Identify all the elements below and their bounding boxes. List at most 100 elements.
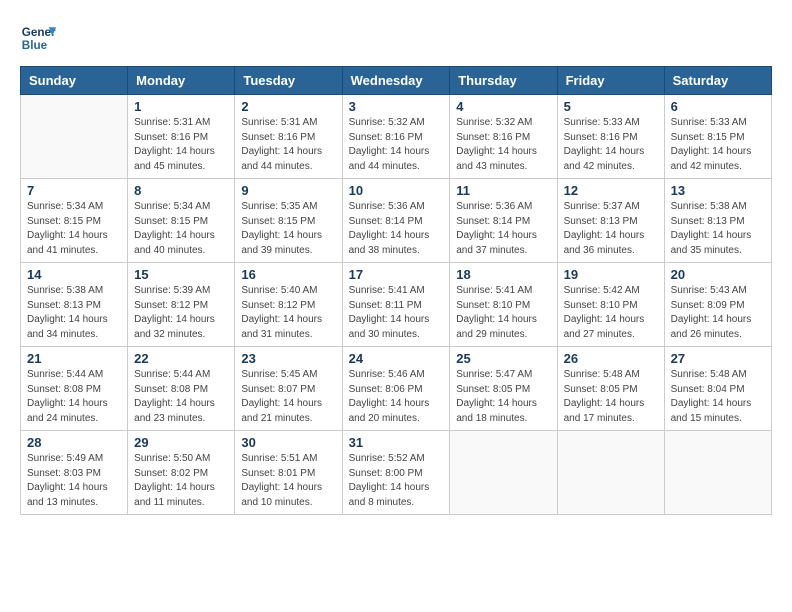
day-number: 23 xyxy=(241,351,335,366)
calendar-week-row-1: 1 Sunrise: 5:31 AMSunset: 8:16 PMDaylight… xyxy=(21,95,772,179)
day-info: Sunrise: 5:44 AMSunset: 8:08 PMDaylight:… xyxy=(27,368,121,426)
calendar-cell: 9 Sunrise: 5:35 AMSunset: 8:15 PMDaylight… xyxy=(235,179,342,263)
calendar-week-row-3: 14 Sunrise: 5:38 AMSunset: 8:13 PMDayligh… xyxy=(21,263,772,347)
day-info: Sunrise: 5:34 AMSunset: 8:15 PMDaylight:… xyxy=(27,200,121,258)
calendar-cell: 27Sunrise: 5:48 AMSunset: 8:04 PMDayligh… xyxy=(664,347,771,431)
calendar-cell xyxy=(450,431,557,515)
day-number: 9 xyxy=(241,183,335,198)
day-number: 2 xyxy=(241,99,335,114)
day-number: 7 xyxy=(27,183,121,198)
day-info: Sunrise: 5:33 AMSunset: 8:15 PMDaylight:… xyxy=(671,116,765,174)
calendar-week-row-2: 7 Sunrise: 5:34 AMSunset: 8:15 PMDaylight… xyxy=(21,179,772,263)
weekday-header-row: SundayMondayTuesdayWednesdayThursdayFrid… xyxy=(21,67,772,95)
weekday-header-monday: Monday xyxy=(128,67,235,95)
calendar-cell: 2 Sunrise: 5:31 AMSunset: 8:16 PMDaylight… xyxy=(235,95,342,179)
day-number: 26 xyxy=(564,351,658,366)
day-number: 28 xyxy=(27,435,121,450)
weekday-header-wednesday: Wednesday xyxy=(342,67,450,95)
calendar-cell: 8Sunrise: 5:34 AMSunset: 8:15 PMDaylight… xyxy=(128,179,235,263)
weekday-header-sunday: Sunday xyxy=(21,67,128,95)
day-info: Sunrise: 5:32 AMSunset: 8:16 PMDaylight:… xyxy=(349,116,444,174)
calendar-cell: 25 Sunrise: 5:47 AMSunset: 8:05 PMDayligh… xyxy=(450,347,557,431)
day-info: Sunrise: 5:44 AMSunset: 8:08 PMDaylight:… xyxy=(134,368,228,426)
day-info: Sunrise: 5:51 AMSunset: 8:01 PMDaylight:… xyxy=(241,452,335,510)
calendar-cell: 28 Sunrise: 5:49 AMSunset: 8:03 PMDayligh… xyxy=(21,431,128,515)
day-number: 12 xyxy=(564,183,658,198)
calendar-cell: 5 Sunrise: 5:33 AMSunset: 8:16 PMDaylight… xyxy=(557,95,664,179)
day-info: Sunrise: 5:38 AMSunset: 8:13 PMDaylight:… xyxy=(671,200,765,258)
day-info: Sunrise: 5:38 AMSunset: 8:13 PMDaylight:… xyxy=(27,284,121,342)
day-info: Sunrise: 5:50 AMSunset: 8:02 PMDaylight:… xyxy=(134,452,228,510)
calendar-cell: 18 Sunrise: 5:41 AMSunset: 8:10 PMDayligh… xyxy=(450,263,557,347)
calendar-cell: 1Sunrise: 5:31 AMSunset: 8:16 PMDaylight… xyxy=(128,95,235,179)
calendar-cell: 19 Sunrise: 5:42 AMSunset: 8:10 PMDayligh… xyxy=(557,263,664,347)
day-number: 30 xyxy=(241,435,335,450)
day-number: 31 xyxy=(349,435,444,450)
day-info: Sunrise: 5:36 AMSunset: 8:14 PMDaylight:… xyxy=(456,200,550,258)
day-info: Sunrise: 5:45 AMSunset: 8:07 PMDaylight:… xyxy=(241,368,335,426)
day-info: Sunrise: 5:49 AMSunset: 8:03 PMDaylight:… xyxy=(27,452,121,510)
day-info: Sunrise: 5:41 AMSunset: 8:11 PMDaylight:… xyxy=(349,284,444,342)
day-info: Sunrise: 5:43 AMSunset: 8:09 PMDaylight:… xyxy=(671,284,765,342)
day-number: 19 xyxy=(564,267,658,282)
day-info: Sunrise: 5:39 AMSunset: 8:12 PMDaylight:… xyxy=(134,284,228,342)
calendar-cell: 6 Sunrise: 5:33 AMSunset: 8:15 PMDaylight… xyxy=(664,95,771,179)
calendar-cell: 30 Sunrise: 5:51 AMSunset: 8:01 PMDayligh… xyxy=(235,431,342,515)
calendar-cell: 13 Sunrise: 5:38 AMSunset: 8:13 PMDayligh… xyxy=(664,179,771,263)
calendar-cell: 14 Sunrise: 5:38 AMSunset: 8:13 PMDayligh… xyxy=(21,263,128,347)
calendar-week-row-4: 21Sunrise: 5:44 AMSunset: 8:08 PMDayligh… xyxy=(21,347,772,431)
weekday-header-saturday: Saturday xyxy=(664,67,771,95)
logo-icon: General Blue xyxy=(20,20,56,56)
calendar-cell: 26 Sunrise: 5:48 AMSunset: 8:05 PMDayligh… xyxy=(557,347,664,431)
day-number: 20 xyxy=(671,267,765,282)
day-info: Sunrise: 5:42 AMSunset: 8:10 PMDaylight:… xyxy=(564,284,658,342)
day-number: 25 xyxy=(456,351,550,366)
day-info: Sunrise: 5:40 AMSunset: 8:12 PMDaylight:… xyxy=(241,284,335,342)
day-number: 5 xyxy=(564,99,658,114)
day-info: Sunrise: 5:36 AMSunset: 8:14 PMDaylight:… xyxy=(349,200,444,258)
day-number: 10 xyxy=(349,183,444,198)
weekday-header-thursday: Thursday xyxy=(450,67,557,95)
calendar-cell xyxy=(557,431,664,515)
day-number: 27 xyxy=(671,351,765,366)
calendar-cell: 22 Sunrise: 5:44 AMSunset: 8:08 PMDayligh… xyxy=(128,347,235,431)
calendar-cell: 7 Sunrise: 5:34 AMSunset: 8:15 PMDaylight… xyxy=(21,179,128,263)
day-number: 18 xyxy=(456,267,550,282)
calendar-cell: 29 Sunrise: 5:50 AMSunset: 8:02 PMDayligh… xyxy=(128,431,235,515)
day-info: Sunrise: 5:41 AMSunset: 8:10 PMDaylight:… xyxy=(456,284,550,342)
calendar-cell: 21Sunrise: 5:44 AMSunset: 8:08 PMDayligh… xyxy=(21,347,128,431)
calendar-cell: 17Sunrise: 5:41 AMSunset: 8:11 PMDayligh… xyxy=(342,263,450,347)
calendar-cell: 23 Sunrise: 5:45 AMSunset: 8:07 PMDayligh… xyxy=(235,347,342,431)
day-number: 15 xyxy=(134,267,228,282)
day-info: Sunrise: 5:31 AMSunset: 8:16 PMDaylight:… xyxy=(241,116,335,174)
day-info: Sunrise: 5:35 AMSunset: 8:15 PMDaylight:… xyxy=(241,200,335,258)
calendar-cell: 16 Sunrise: 5:40 AMSunset: 8:12 PMDayligh… xyxy=(235,263,342,347)
day-number: 13 xyxy=(671,183,765,198)
day-number: 11 xyxy=(456,183,550,198)
svg-text:Blue: Blue xyxy=(22,39,48,52)
day-number: 1 xyxy=(134,99,228,114)
weekday-header-tuesday: Tuesday xyxy=(235,67,342,95)
calendar-cell: 31Sunrise: 5:52 AMSunset: 8:00 PMDayligh… xyxy=(342,431,450,515)
calendar-cell: 24Sunrise: 5:46 AMSunset: 8:06 PMDayligh… xyxy=(342,347,450,431)
day-number: 14 xyxy=(27,267,121,282)
calendar-cell: 11 Sunrise: 5:36 AMSunset: 8:14 PMDayligh… xyxy=(450,179,557,263)
logo: General Blue xyxy=(20,20,56,56)
day-info: Sunrise: 5:47 AMSunset: 8:05 PMDaylight:… xyxy=(456,368,550,426)
day-number: 22 xyxy=(134,351,228,366)
day-number: 29 xyxy=(134,435,228,450)
calendar-cell: 10 Sunrise: 5:36 AMSunset: 8:14 PMDayligh… xyxy=(342,179,450,263)
calendar-week-row-5: 28 Sunrise: 5:49 AMSunset: 8:03 PMDayligh… xyxy=(21,431,772,515)
day-number: 4 xyxy=(456,99,550,114)
calendar-cell: 12 Sunrise: 5:37 AMSunset: 8:13 PMDayligh… xyxy=(557,179,664,263)
day-number: 16 xyxy=(241,267,335,282)
calendar-cell xyxy=(21,95,128,179)
day-info: Sunrise: 5:33 AMSunset: 8:16 PMDaylight:… xyxy=(564,116,658,174)
page-header: General Blue xyxy=(20,20,772,56)
day-info: Sunrise: 5:48 AMSunset: 8:05 PMDaylight:… xyxy=(564,368,658,426)
day-number: 6 xyxy=(671,99,765,114)
day-number: 24 xyxy=(349,351,444,366)
calendar-cell: 20 Sunrise: 5:43 AMSunset: 8:09 PMDayligh… xyxy=(664,263,771,347)
day-info: Sunrise: 5:37 AMSunset: 8:13 PMDaylight:… xyxy=(564,200,658,258)
day-number: 3 xyxy=(349,99,444,114)
